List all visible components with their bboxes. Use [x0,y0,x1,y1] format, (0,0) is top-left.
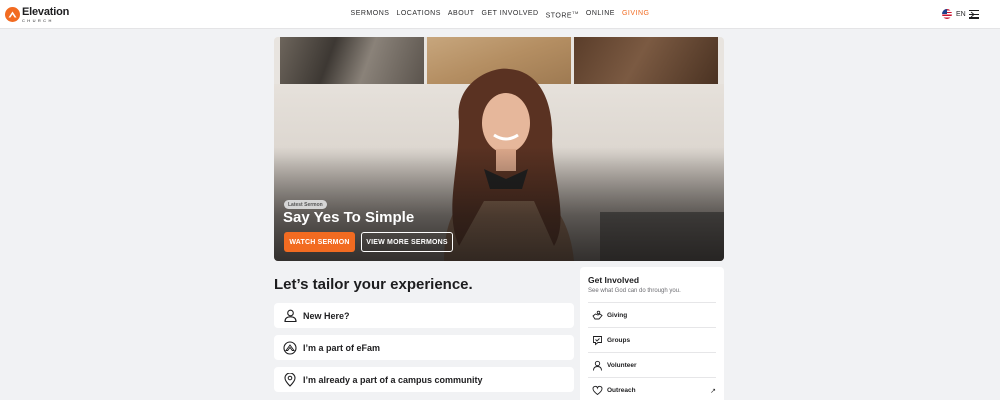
person-icon [283,309,297,323]
external-link-icon: ↗ [710,388,716,395]
watch-sermon-button[interactable]: WATCH SERMON [284,232,355,252]
get-involved-label: Volunteer [607,361,637,369]
option-campus-community[interactable]: I’m already a part of a campus community [274,367,574,392]
logo-wordmark: Elevation [22,5,70,18]
logo-subtitle: CHURCH [22,17,54,23]
option-efam[interactable]: I’m a part of eFam [274,335,574,360]
nav-locations[interactable]: LOCATIONS [396,10,440,19]
tailor-heading: Let’s tailor your experience. [274,276,473,293]
nav-store[interactable]: STORETM [546,10,579,19]
nav-get-involved[interactable]: GET INVOLVED [482,10,539,19]
get-involved-label: Outreach [607,386,636,394]
get-involved-volunteer[interactable]: Volunteer [588,352,716,377]
nav-online[interactable]: ONLINE [586,10,615,19]
get-involved-label: Giving [607,311,628,319]
option-label: New Here? [303,310,350,321]
hero-image-rocks [280,37,424,84]
hamburger-menu-icon[interactable] [969,10,979,19]
latest-sermon-hero[interactable]: Latest Sermon Say Yes To Simple WATCH SE… [274,37,724,261]
language-label: EN [956,10,966,18]
elevation-logo-icon [283,340,297,355]
get-involved-subtitle: See what God can do through you. [588,288,681,294]
get-involved-card: Get Involved See what God can do through… [580,267,724,400]
get-involved-title: Get Involved [588,275,640,285]
elevation-logo-icon [5,7,20,22]
heart-icon [591,384,603,396]
get-involved-groups[interactable]: Groups [588,327,716,352]
latest-sermon-badge: Latest Sermon [284,200,327,209]
location-pin-icon [283,372,297,387]
get-involved-label: Groups [607,336,631,344]
groups-icon [591,334,603,346]
trademark-mark: TM [572,9,579,15]
nav-sermons[interactable]: SERMONS [351,10,390,19]
site-header: Elevation CHURCH SERMONS LOCATIONS ABOUT… [0,0,1000,29]
nav-giving[interactable]: GIVING [622,10,650,19]
elevation-logo[interactable]: Elevation CHURCH [5,5,69,24]
nav-about[interactable]: ABOUT [448,10,475,19]
option-label: I’m a part of eFam [303,342,381,353]
view-more-sermons-button[interactable]: VIEW MORE SERMONS [361,232,453,252]
option-new-here[interactable]: New Here? [274,303,574,328]
volunteer-icon [591,359,603,371]
main-nav: SERMONS LOCATIONS ABOUT GET INVOLVED STO… [0,0,1000,29]
giving-hand-icon [591,309,603,321]
get-involved-giving[interactable]: Giving [588,302,716,327]
nav-store-label: STORE [545,12,573,20]
sermon-title: Say Yes To Simple [283,209,415,226]
get-involved-outreach[interactable]: Outreach ↗ [588,377,716,400]
us-flag-icon [942,9,952,19]
option-label: I’m already a part of a campus community [303,374,483,385]
